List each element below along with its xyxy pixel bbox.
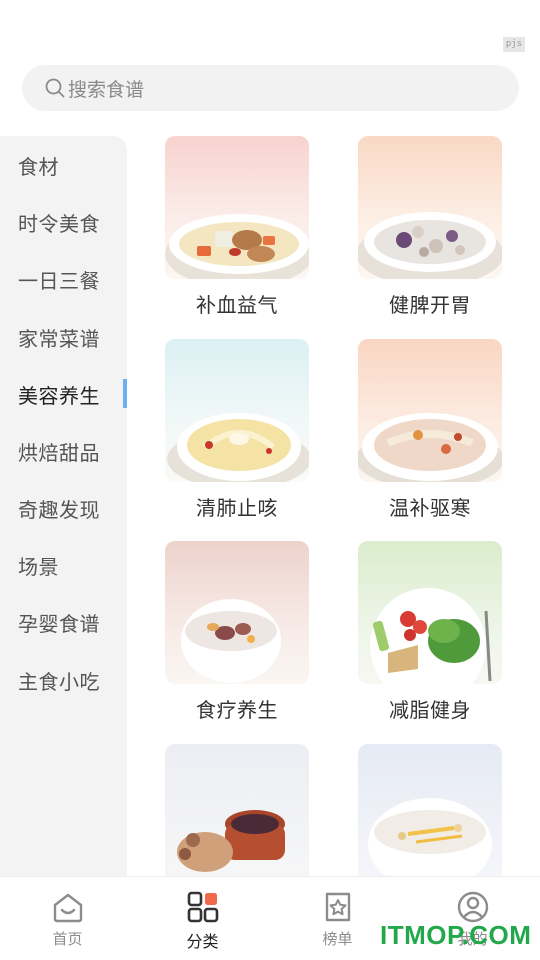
profile-icon [457, 891, 488, 923]
sidebar-item-staples-snacks[interactable]: 主食小吃 [0, 660, 127, 700]
sidebar-item-maternity[interactable]: 孕婴食谱 [0, 602, 127, 642]
tab-home[interactable]: 首页 [0, 877, 135, 960]
category-image [358, 541, 502, 684]
sidebar-item-baking[interactable]: 烘焙甜品 [0, 431, 127, 471]
category-image [165, 541, 309, 684]
category-image [165, 744, 309, 887]
category-label: 温补驱寒 [389, 496, 471, 520]
category-card[interactable]: 健脾开胃 [358, 136, 502, 318]
sidebar-item-seasonal[interactable]: 时令美食 [0, 202, 127, 242]
category-card[interactable] [358, 744, 502, 897]
category-image [358, 136, 502, 279]
home-icon [53, 893, 82, 923]
sidebar-item-discover[interactable]: 奇趣发现 [0, 488, 127, 528]
sidebar-item-label: 孕婴食谱 [18, 611, 100, 636]
search-icon [45, 78, 65, 98]
sidebar-item-label: 奇趣发现 [18, 497, 100, 522]
sidebar-item-home-cooking[interactable]: 家常菜谱 [0, 317, 127, 357]
active-indicator [123, 379, 127, 408]
category-label: 清肺止咳 [196, 496, 278, 520]
category-card[interactable]: 食疗养生 [165, 541, 309, 723]
category-icon [187, 891, 218, 923]
search-bar[interactable]: 搜索食谱 [22, 65, 519, 111]
watermark-text: ITMOP.COM [380, 920, 532, 950]
sidebar-item-beauty-health[interactable]: 美容养生 [0, 374, 127, 414]
category-label: 食疗养生 [196, 698, 278, 722]
search-placeholder: 搜索食谱 [68, 78, 145, 101]
tab-label: 首页 [52, 930, 83, 948]
category-card[interactable]: 减脂健身 [358, 541, 502, 723]
sidebar-item-label: 一日三餐 [18, 268, 100, 293]
category-label: 减脂健身 [389, 698, 471, 722]
sidebar-item-label: 时令美食 [18, 211, 100, 236]
category-image [165, 339, 309, 482]
sidebar-item-scenes[interactable]: 场景 [0, 545, 127, 585]
tab-label: 分类 [186, 932, 219, 951]
sidebar-item-label: 美容养生 [18, 383, 100, 408]
sidebar-item-label: 家常菜谱 [18, 326, 100, 351]
sidebar-item-label: 食材 [18, 154, 59, 179]
category-label: 健脾开胃 [389, 293, 471, 317]
sidebar-item-three-meals[interactable]: 一日三餐 [0, 259, 127, 299]
category-card[interactable]: 清肺止咳 [165, 339, 309, 521]
sidebar-item-ingredients[interactable]: 食材 [0, 145, 127, 185]
corner-badge: pjs [503, 37, 525, 52]
category-card[interactable]: 温补驱寒 [358, 339, 502, 521]
sidebar-item-label: 烘焙甜品 [18, 440, 100, 465]
category-image [165, 136, 309, 279]
category-image [358, 744, 502, 887]
sidebar-item-label: 场景 [18, 554, 59, 579]
category-image [358, 339, 502, 482]
tab-category[interactable]: 分类 [135, 877, 270, 960]
app-screen: pjs 搜索食谱 食材 时令美食 一日三餐 家常菜谱 美容养生 烘焙甜品 奇趣发… [0, 0, 540, 960]
category-label: 补血益气 [196, 293, 278, 317]
category-sidebar: 食材 时令美食 一日三餐 家常菜谱 美容养生 烘焙甜品 奇趣发现 场景 孕婴食谱… [0, 136, 127, 876]
sidebar-item-label: 主食小吃 [18, 669, 100, 694]
category-card[interactable] [165, 744, 309, 897]
ranking-icon [325, 892, 350, 922]
category-card[interactable]: 补血益气 [165, 136, 309, 318]
